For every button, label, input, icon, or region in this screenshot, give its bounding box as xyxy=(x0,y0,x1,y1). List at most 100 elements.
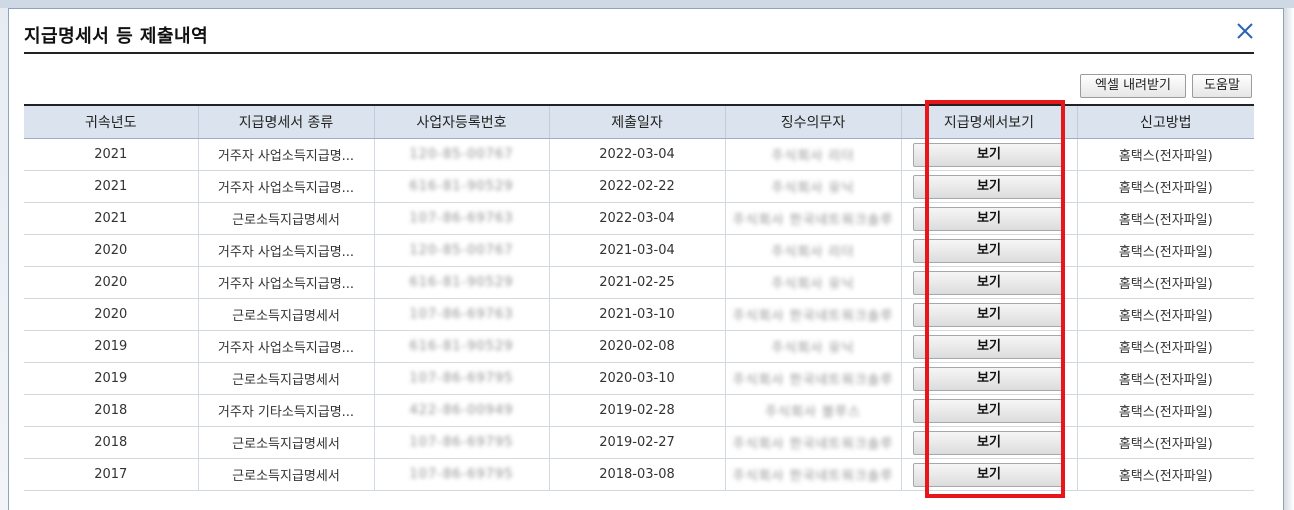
table-row: 2020 근로소득지급명세서 107-86-69763 2021-03-10 주… xyxy=(24,298,1254,331)
cell-view: 보기 xyxy=(900,362,1078,395)
view-statement-button[interactable]: 보기 xyxy=(913,238,1065,263)
cell-date: 2021-02-25 xyxy=(548,266,726,299)
window-frame: 지급명세서 등 제출내역 엑셀 내려받기 도움말 귀속년도 지급명세서 종류 사… xyxy=(0,0,1294,510)
table-row: 2021 거주자 사업소득지급명... 616-81-90529 2022-02… xyxy=(24,170,1254,203)
cell-method: 홈택스(전자파일) xyxy=(1076,330,1254,363)
cell-view: 보기 xyxy=(900,426,1078,459)
cell-view: 보기 xyxy=(900,234,1078,267)
payer-text: 주식회사 블루스 xyxy=(765,405,861,420)
cell-type: 근로소득지급명세서 xyxy=(197,298,375,331)
cell-payer: 주식회사 유닉 xyxy=(724,330,902,363)
bizno-text: 107-86-69795 xyxy=(409,467,514,482)
cell-type: 거주자 사업소득지급명... xyxy=(197,330,375,363)
view-statement-button[interactable]: 보기 xyxy=(913,270,1065,295)
cell-type: 거주자 사업소득지급명... xyxy=(197,170,375,203)
table-row: 2021 근로소득지급명세서 107-86-69763 2022-03-04 주… xyxy=(24,202,1254,235)
bizno-text: 120-85-00767 xyxy=(409,147,514,162)
cell-method: 홈택스(전자파일) xyxy=(1076,266,1254,299)
cell-date: 2020-03-10 xyxy=(548,362,726,395)
header-type[interactable]: 지급명세서 종류 xyxy=(197,104,375,139)
cell-type: 근로소득지급명세서 xyxy=(197,362,375,395)
view-statement-button[interactable]: 보기 xyxy=(913,206,1065,231)
excel-download-button[interactable]: 엑셀 내려받기 xyxy=(1080,74,1186,98)
cell-type: 거주자 사업소득지급명... xyxy=(197,266,375,299)
cell-type: 근로소득지급명세서 xyxy=(197,458,375,491)
cell-view: 보기 xyxy=(900,330,1078,363)
cell-view: 보기 xyxy=(900,170,1078,203)
view-statement-button[interactable]: 보기 xyxy=(913,174,1065,199)
header-view[interactable]: 지급명세서보기 xyxy=(900,104,1078,139)
cell-bizno: 107-86-69763 xyxy=(373,202,550,235)
cell-payer: 주식회사 유닉 xyxy=(724,266,902,299)
cell-year: 2018 xyxy=(24,426,199,459)
cell-year: 2020 xyxy=(24,266,199,299)
cell-type: 거주자 사업소득지급명... xyxy=(197,234,375,267)
bizno-text: 616-81-90529 xyxy=(409,275,514,290)
close-button[interactable] xyxy=(1232,18,1258,44)
payer-text: 주식회사 한국네트워크솔루 xyxy=(732,469,894,484)
cell-method: 홈택스(전자파일) xyxy=(1076,298,1254,331)
cell-date: 2019-02-27 xyxy=(548,426,726,459)
cell-bizno: 616-81-90529 xyxy=(373,330,550,363)
cell-year: 2021 xyxy=(24,138,199,171)
cell-date: 2021-03-10 xyxy=(548,298,726,331)
cell-method: 홈택스(전자파일) xyxy=(1076,202,1254,235)
cell-date: 2021-03-04 xyxy=(548,234,726,267)
cell-bizno: 107-86-69763 xyxy=(373,298,550,331)
table-header-row: 귀속년도 지급명세서 종류 사업자등록번호 제출일자 징수의무자 지급명세서보기… xyxy=(24,104,1254,139)
cell-bizno: 107-86-69795 xyxy=(373,426,550,459)
cell-method: 홈택스(전자파일) xyxy=(1076,394,1254,427)
cell-payer: 주식회사 블루스 xyxy=(724,394,902,427)
title-divider xyxy=(24,52,1254,54)
bizno-text: 107-86-69763 xyxy=(409,211,514,226)
cell-type: 근로소득지급명세서 xyxy=(197,202,375,235)
header-date[interactable]: 제출일자 xyxy=(548,104,726,139)
header-year[interactable]: 귀속년도 xyxy=(24,104,199,139)
cell-view: 보기 xyxy=(900,202,1078,235)
cell-date: 2018-03-08 xyxy=(548,458,726,491)
cell-view: 보기 xyxy=(900,266,1078,299)
cell-payer: 주식회사 리더 xyxy=(724,234,902,267)
cell-bizno: 107-86-69795 xyxy=(373,362,550,395)
cell-date: 2019-02-28 xyxy=(548,394,726,427)
cell-type: 거주자 기타소득지급명... xyxy=(197,394,375,427)
header-bizno[interactable]: 사업자등록번호 xyxy=(373,104,550,139)
header-payer[interactable]: 징수의무자 xyxy=(724,104,902,139)
view-statement-button[interactable]: 보기 xyxy=(913,366,1065,391)
payer-text: 주식회사 리더 xyxy=(771,149,855,164)
cell-date: 2022-03-04 xyxy=(548,202,726,235)
view-statement-button[interactable]: 보기 xyxy=(913,334,1065,359)
view-statement-button[interactable]: 보기 xyxy=(913,302,1065,327)
cell-year: 2020 xyxy=(24,298,199,331)
cell-year: 2020 xyxy=(24,234,199,267)
payer-text: 주식회사 유닉 xyxy=(771,277,855,292)
table-row: 2017 근로소득지급명세서 107-86-69795 2018-03-08 주… xyxy=(24,458,1254,491)
view-statement-button[interactable]: 보기 xyxy=(913,398,1065,423)
bizno-text: 107-86-69795 xyxy=(409,435,514,450)
cell-payer: 주식회사 한국네트워크솔루 xyxy=(724,362,902,395)
cell-method: 홈택스(전자파일) xyxy=(1076,362,1254,395)
cell-year: 2017 xyxy=(24,458,199,491)
cell-date: 2022-02-22 xyxy=(548,170,726,203)
payer-text: 주식회사 유닉 xyxy=(771,181,855,196)
help-button[interactable]: 도움말 xyxy=(1192,74,1252,98)
view-statement-button[interactable]: 보기 xyxy=(913,430,1065,455)
header-method[interactable]: 신고방법 xyxy=(1076,104,1254,139)
table-row: 2021 거주자 사업소득지급명... 120-85-00767 2022-03… xyxy=(24,138,1254,171)
cell-view: 보기 xyxy=(900,458,1078,491)
payer-text: 주식회사 한국네트워크솔루 xyxy=(732,437,894,452)
cell-method: 홈택스(전자파일) xyxy=(1076,426,1254,459)
bizno-text: 107-86-69795 xyxy=(409,371,514,386)
cell-year: 2019 xyxy=(24,362,199,395)
window-top-edge xyxy=(0,0,1294,8)
cell-date: 2022-03-04 xyxy=(548,138,726,171)
cell-bizno: 616-81-90529 xyxy=(373,170,550,203)
bizno-text: 120-85-00767 xyxy=(409,243,514,258)
payer-text: 주식회사 유닉 xyxy=(771,341,855,356)
view-statement-button[interactable]: 보기 xyxy=(913,142,1065,167)
cell-payer: 주식회사 유닉 xyxy=(724,170,902,203)
dialog-title: 지급명세서 등 제출내역 xyxy=(24,26,209,47)
table-row: 2018 근로소득지급명세서 107-86-69795 2019-02-27 주… xyxy=(24,426,1254,459)
view-statement-button[interactable]: 보기 xyxy=(913,462,1065,487)
cell-bizno: 107-86-69795 xyxy=(373,458,550,491)
